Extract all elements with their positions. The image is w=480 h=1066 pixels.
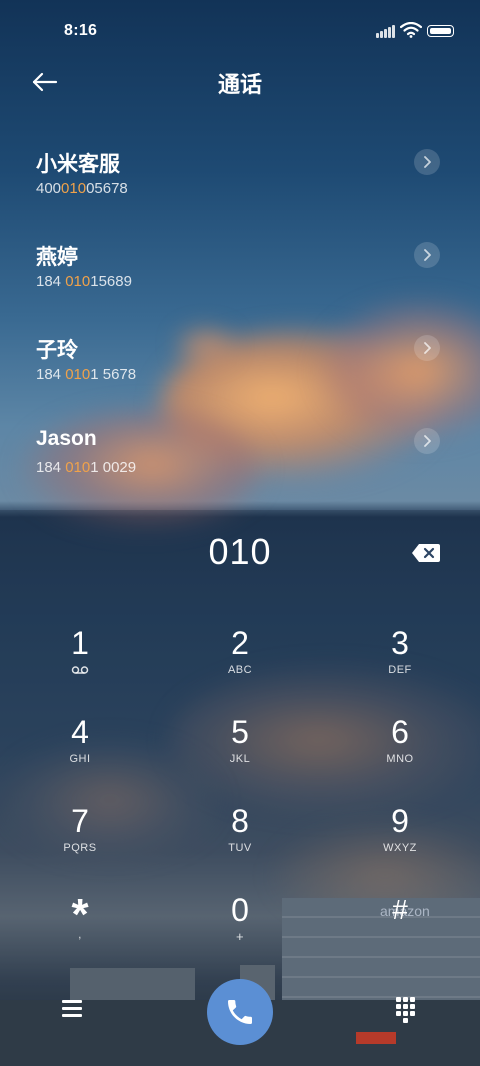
- signal-icon: [376, 24, 396, 38]
- keypad-key-5[interactable]: 5 JKL: [185, 713, 295, 787]
- contact-item[interactable]: 子玲 184 0101 5678: [0, 334, 480, 427]
- keypad-icon[interactable]: [396, 997, 418, 1025]
- contact-number: 184 0101 5678: [36, 366, 137, 383]
- key-digit: 1: [71, 625, 89, 661]
- key-letters: JKL: [229, 753, 251, 765]
- contact-number: 184 0101 0029: [36, 459, 137, 476]
- keypad-key-1[interactable]: 1: [25, 624, 135, 698]
- key-digit: 4: [71, 714, 89, 750]
- key-digit: 6: [391, 714, 409, 750]
- contact-detail-button[interactable]: [414, 242, 440, 268]
- key-letters: GHI: [69, 753, 91, 765]
- key-letters: ABC: [227, 664, 253, 676]
- contact-name: 子玲: [36, 339, 78, 362]
- key-digit: 7: [71, 803, 89, 839]
- key-digit: 3: [391, 625, 409, 661]
- chevron-right-icon: [424, 156, 431, 168]
- contact-name: Jason: [36, 427, 97, 450]
- contact-detail-button[interactable]: [414, 149, 440, 175]
- contact-item[interactable]: Jason 184 0101 0029: [0, 427, 480, 520]
- key-digit: 8: [231, 803, 249, 839]
- key-letters: MNO: [386, 753, 414, 765]
- keypad-key-2[interactable]: 2 ABC: [185, 624, 295, 698]
- keypad-key-4[interactable]: 4 GHI: [25, 713, 135, 787]
- chevron-right-icon: [424, 342, 431, 354]
- voicemail-icon: [71, 666, 89, 674]
- keypad-key-8[interactable]: 8 TUV: [185, 802, 295, 876]
- contact-name: 小米客服: [36, 153, 120, 176]
- contact-number: 184 01015689: [36, 273, 132, 290]
- chevron-right-icon: [424, 435, 431, 447]
- keypad-key-star[interactable]: * ,: [25, 893, 135, 969]
- dial-number-display[interactable]: 010: [0, 531, 480, 573]
- key-digit: 2: [231, 625, 249, 661]
- contact-item[interactable]: 小米客服 40001005678: [0, 148, 480, 241]
- battery-icon: [427, 25, 454, 37]
- backspace-icon[interactable]: [411, 543, 441, 563]
- keypad-key-7[interactable]: 7 PQRS: [25, 802, 135, 876]
- status-time: 8:16: [64, 22, 98, 39]
- phone-icon: [228, 1000, 252, 1024]
- key-digit: 9: [391, 803, 409, 839]
- page-title: 通话: [217, 72, 262, 97]
- key-letters: TUV: [228, 842, 252, 854]
- call-button[interactable]: [207, 979, 273, 1045]
- keypad-key-hash[interactable]: #: [345, 891, 455, 965]
- contact-number: 40001005678: [36, 180, 128, 197]
- contact-detail-button[interactable]: [414, 335, 440, 361]
- key-letters: DEF: [388, 664, 412, 676]
- key-letters: WXYZ: [383, 842, 417, 854]
- key-digit: #: [392, 894, 408, 925]
- keypad-key-3[interactable]: 3 DEF: [345, 624, 455, 698]
- contact-name: 燕婷: [36, 246, 78, 269]
- keypad-key-0[interactable]: 0 +: [185, 891, 295, 965]
- key-letters: ,: [78, 929, 82, 941]
- key-digit: 0: [231, 892, 249, 928]
- key-letters: +: [235, 929, 245, 944]
- keypad-key-9[interactable]: 9 WXYZ: [345, 802, 455, 876]
- contact-detail-button[interactable]: [414, 428, 440, 454]
- menu-icon[interactable]: [62, 998, 84, 1020]
- wifi-icon: [400, 22, 422, 38]
- key-digit: 5: [231, 714, 249, 750]
- contact-item[interactable]: 燕婷 184 01015689: [0, 241, 480, 334]
- status-bar: 8:16: [0, 0, 480, 60]
- key-letters: PQRS: [63, 842, 97, 854]
- keypad-key-6[interactable]: 6 MNO: [345, 713, 455, 787]
- chevron-right-icon: [424, 249, 431, 261]
